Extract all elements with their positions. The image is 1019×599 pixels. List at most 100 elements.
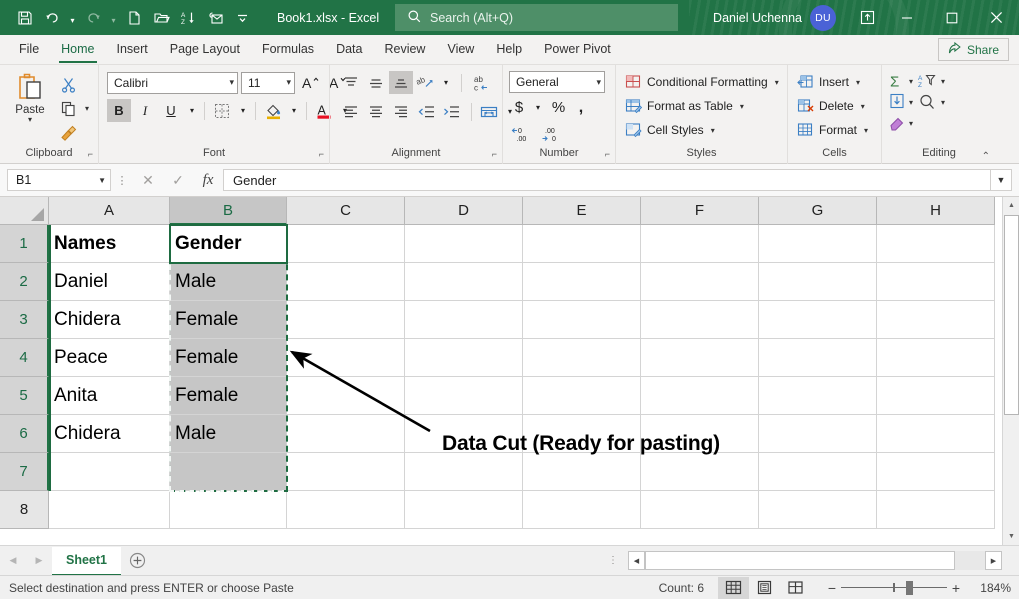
align-right-button[interactable] [389, 100, 413, 123]
ribbon-display-options-icon[interactable] [850, 0, 884, 35]
cell-A2[interactable]: Daniel [49, 263, 170, 301]
center-align-button[interactable] [364, 100, 388, 123]
fill-button[interactable]: ▾ [887, 92, 917, 112]
tab-home[interactable]: Home [50, 35, 105, 64]
cell-G4[interactable] [759, 339, 877, 377]
undo-dropdown-icon[interactable]: ▾ [66, 5, 79, 31]
column-header-F[interactable]: F [641, 197, 759, 225]
paste-button[interactable]: Paste ▾ [5, 69, 55, 123]
share-button[interactable]: Share [938, 38, 1009, 61]
cell-D7[interactable] [405, 453, 523, 491]
bold-button[interactable]: B [107, 99, 131, 122]
zoom-slider[interactable] [841, 581, 947, 595]
sort-az-icon[interactable]: AZ [175, 5, 201, 31]
cell-B3[interactable]: Female [170, 301, 287, 339]
cell-B7[interactable] [170, 453, 287, 491]
fill-color-button[interactable] [261, 99, 285, 122]
comma-style-button[interactable]: , [572, 96, 590, 119]
wrap-text-button[interactable]: abc [466, 71, 496, 94]
cell-H8[interactable] [877, 491, 995, 529]
redo-icon[interactable] [80, 5, 106, 31]
font-size-select[interactable]: 11 ▾ [241, 72, 295, 94]
font-dialog-launcher[interactable]: ⌐ [319, 147, 324, 162]
scroll-right-button[interactable]: ▶ [985, 551, 1002, 570]
redo-dropdown-icon[interactable]: ▾ [107, 5, 120, 31]
decrease-indent-button[interactable] [414, 100, 438, 123]
sheet-tab-sheet1[interactable]: Sheet1 [52, 547, 121, 576]
cell-A6[interactable]: Chidera [49, 415, 170, 453]
tab-help[interactable]: Help [485, 35, 533, 64]
expand-formula-bar-button[interactable]: ▼ [990, 169, 1012, 191]
cell-G2[interactable] [759, 263, 877, 301]
cell-G8[interactable] [759, 491, 877, 529]
percent-style-button[interactable]: % [547, 96, 570, 119]
row-header-3[interactable]: 3 [0, 301, 49, 339]
cut-button[interactable] [55, 73, 81, 96]
cell-F1[interactable] [641, 225, 759, 263]
normal-view-icon[interactable] [718, 577, 749, 599]
email-icon[interactable] [202, 5, 228, 31]
cell-C6[interactable] [287, 415, 405, 453]
cell-B8[interactable] [170, 491, 287, 529]
cell-G1[interactable] [759, 225, 877, 263]
cell-C2[interactable] [287, 263, 405, 301]
sort-filter-button[interactable]: AZ ▾ [917, 71, 945, 91]
close-button[interactable] [974, 0, 1019, 35]
cell-E1[interactable] [523, 225, 641, 263]
underline-button[interactable]: U [159, 99, 183, 122]
row-header-4[interactable]: 4 [0, 339, 49, 377]
borders-button[interactable] [210, 99, 234, 122]
underline-dropdown-icon[interactable]: ▾ [185, 99, 199, 122]
cell-A5[interactable]: Anita [49, 377, 170, 415]
tab-formulas[interactable]: Formulas [251, 35, 325, 64]
column-header-D[interactable]: D [405, 197, 523, 225]
tab-review[interactable]: Review [373, 35, 436, 64]
horizontal-scroll-track[interactable] [645, 551, 985, 570]
delete-cells-button[interactable]: Delete ▾ [793, 95, 872, 117]
collapse-ribbon-button[interactable]: ⌃ [982, 151, 990, 162]
cell-C3[interactable] [287, 301, 405, 339]
row-header-8[interactable]: 8 [0, 491, 49, 529]
column-header-C[interactable]: C [287, 197, 405, 225]
cell-C5[interactable] [287, 377, 405, 415]
cell-A1[interactable]: Names [49, 225, 170, 263]
top-align-button[interactable] [339, 71, 363, 94]
column-header-G[interactable]: G [759, 197, 877, 225]
confirm-entry-button[interactable]: ✓ [163, 169, 193, 191]
customize-qat-icon[interactable] [229, 5, 255, 31]
zoom-out-button[interactable]: − [823, 580, 841, 596]
cell-H6[interactable] [877, 415, 995, 453]
paste-dropdown-icon[interactable]: ▾ [28, 116, 32, 123]
zoom-slider-thumb[interactable] [906, 581, 913, 595]
sheet-bar-divider[interactable]: ⋮ [608, 555, 618, 566]
avatar[interactable]: DU [810, 5, 836, 31]
increase-indent-button[interactable] [439, 100, 463, 123]
conditional-formatting-button[interactable]: Conditional Formatting ▾ [621, 71, 783, 93]
orientation-dropdown-icon[interactable]: ▾ [439, 71, 453, 94]
clear-button[interactable]: ▾ [887, 113, 913, 133]
cell-E5[interactable] [523, 377, 641, 415]
insert-cells-button[interactable]: Insert ▾ [793, 71, 872, 93]
decrease-decimal-button[interactable]: .000 [539, 122, 567, 145]
tab-file[interactable]: File [8, 35, 50, 64]
currency-button[interactable]: $ [509, 96, 529, 119]
cell-H7[interactable] [877, 453, 995, 491]
format-painter-button[interactable] [55, 121, 81, 144]
cell-D4[interactable] [405, 339, 523, 377]
tab-data[interactable]: Data [325, 35, 373, 64]
save-icon[interactable] [12, 5, 38, 31]
select-all-button[interactable] [0, 197, 49, 225]
clipboard-dialog-launcher[interactable]: ⌐ [88, 147, 93, 162]
cell-G7[interactable] [759, 453, 877, 491]
vertical-scrollbar[interactable]: ▲ ▼ [1002, 197, 1019, 545]
cell-H2[interactable] [877, 263, 995, 301]
cell-styles-button[interactable]: Cell Styles ▾ [621, 119, 783, 141]
cell-B1[interactable]: Gender [170, 225, 287, 263]
alignment-dialog-launcher[interactable]: ⌐ [492, 147, 497, 162]
column-header-A[interactable]: A [49, 197, 170, 225]
zoom-in-button[interactable]: + [947, 580, 965, 596]
copy-button[interactable] [55, 97, 81, 120]
cell-E3[interactable] [523, 301, 641, 339]
cell-A8[interactable] [49, 491, 170, 529]
cell-G6[interactable] [759, 415, 877, 453]
